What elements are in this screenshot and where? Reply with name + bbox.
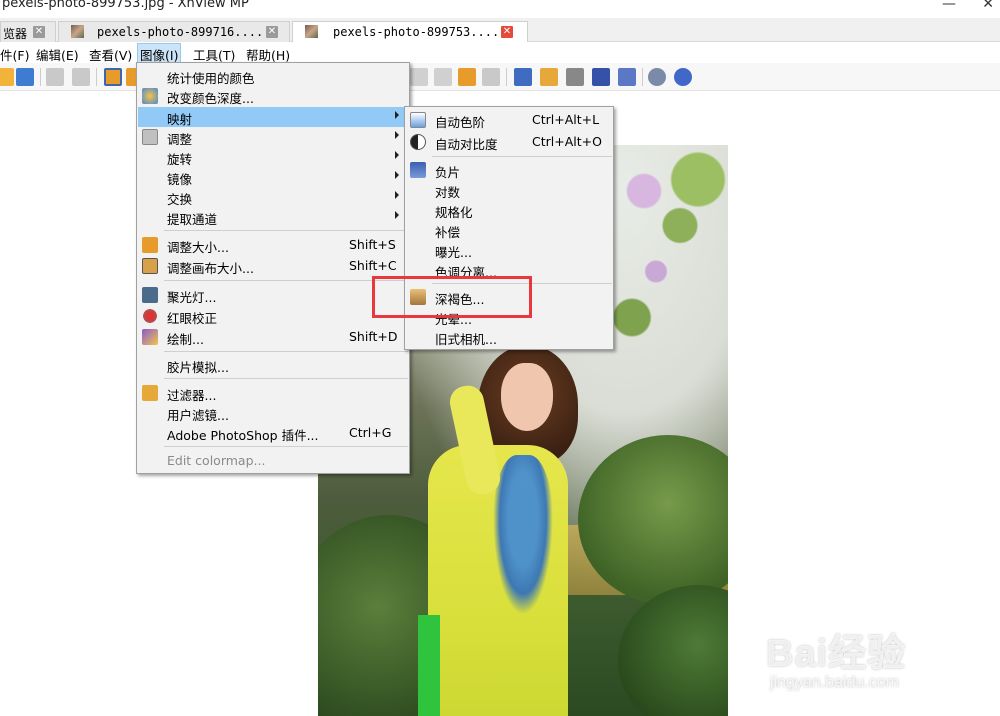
next-image-icon[interactable]	[434, 68, 452, 86]
open-folder-icon[interactable]	[0, 68, 14, 86]
menu-bar: 件(F) 编辑(E) 查看(V) 图像(I) 工具(T) 帮助(H)	[0, 42, 1000, 66]
minimize-button[interactable]: —	[942, 0, 956, 12]
submenu-arrow-icon	[395, 151, 399, 159]
menu-edit[interactable]: 编辑(E)	[36, 45, 79, 64]
fullscreen-icon[interactable]	[514, 68, 532, 86]
submenu-arrow-icon	[395, 111, 399, 119]
help-icon[interactable]	[674, 68, 692, 86]
tab-photo-899753[interactable]: pexels-photo-899753.... ✕	[292, 21, 528, 43]
copy-icon[interactable]	[482, 68, 500, 86]
slideshow-icon[interactable]	[458, 68, 476, 86]
menu-item-normalize[interactable]: 规格化	[406, 200, 612, 220]
menu-item-map[interactable]: 映射	[138, 107, 408, 127]
menu-item-edit-colormap: Edit colormap...	[167, 453, 266, 468]
submenu-arrow-icon	[395, 211, 399, 219]
redo-icon[interactable]	[72, 68, 90, 86]
menu-separator	[164, 351, 408, 352]
tab-label: pexels-photo-899753....	[333, 25, 500, 39]
menu-item-exposure[interactable]: 曝光...	[406, 240, 612, 260]
menu-file[interactable]: 件(F)	[0, 45, 29, 64]
red-eye-icon	[142, 308, 158, 324]
menu-item-auto-levels[interactable]: 自动色阶 Ctrl+Alt+L	[406, 110, 612, 130]
auto-levels-icon	[410, 112, 426, 128]
image-thumbnail-icon	[305, 25, 318, 38]
baidu-watermark: Bai经验 jingyan.baidu.com	[764, 600, 1000, 700]
filter-icon	[142, 385, 158, 401]
wallpaper-icon[interactable]	[618, 68, 636, 86]
toolbar-separator	[40, 68, 41, 86]
scanner-icon[interactable]	[592, 68, 610, 86]
print-icon[interactable]	[566, 68, 584, 86]
menu-item-equalize[interactable]: 补偿	[406, 220, 612, 240]
submenu-arrow-icon	[395, 171, 399, 179]
menu-separator	[432, 156, 612, 157]
undo-icon[interactable]	[46, 68, 64, 86]
close-window-button[interactable]: ✕	[982, 0, 994, 12]
contrast-icon	[410, 134, 426, 150]
save-icon[interactable]	[16, 68, 34, 86]
menu-item-rotate[interactable]: 旋转	[138, 147, 408, 167]
menu-separator	[164, 446, 408, 447]
resize-icon	[142, 237, 158, 253]
crop-icon[interactable]	[104, 68, 122, 86]
menu-separator	[164, 378, 408, 379]
image-menu: 统计使用的颜色 改变颜色深度... 映射 调整 旋转 镜像 交换 提取通道 调整…	[136, 62, 410, 474]
toolbar-separator	[506, 68, 507, 86]
tab-close-icon[interactable]: ✕	[33, 26, 45, 38]
canvas-size-icon	[142, 258, 158, 274]
toolbar-separator	[642, 68, 643, 86]
menu-item-spotlight[interactable]: 聚光灯...	[138, 285, 408, 305]
menu-item-change-depth[interactable]: 改变颜色深度...	[138, 86, 408, 106]
draw-icon	[142, 329, 158, 345]
tab-bar: 览器 ✕ pexels-photo-899716.... ✕ pexels-ph…	[0, 18, 1000, 43]
submenu-arrow-icon	[395, 131, 399, 139]
prev-image-icon[interactable]	[410, 68, 428, 86]
menu-item-draw[interactable]: 绘制... Shift+D	[138, 327, 408, 347]
annotation-highlight-box	[372, 276, 532, 318]
menu-item-red-eye[interactable]: 红眼校正	[138, 306, 408, 326]
menu-item-old-camera[interactable]: 旧式相机...	[406, 327, 612, 347]
menu-item-auto-contrast[interactable]: 自动对比度 Ctrl+Alt+O	[406, 132, 612, 152]
gear-icon[interactable]	[648, 68, 666, 86]
menu-item-extract-channel[interactable]: 提取通道	[138, 207, 408, 227]
menu-item-canvas-size[interactable]: 调整画布大小... Shift+C	[138, 256, 408, 276]
tab-browser[interactable]: 览器 ✕	[0, 21, 56, 42]
edit-icon[interactable]	[540, 68, 558, 86]
menu-item-swap[interactable]: 交换	[138, 187, 408, 207]
submenu-arrow-icon	[395, 191, 399, 199]
menu-item-user-filters[interactable]: 用户滤镜...	[138, 403, 408, 423]
adjust-icon	[142, 129, 158, 145]
menu-item-mirror[interactable]: 镜像	[138, 167, 408, 187]
menu-separator	[164, 230, 408, 231]
window-title: pexels-photo-899753.jpg - XnView MP	[2, 0, 249, 11]
spotlight-icon	[142, 287, 158, 303]
menu-item-adjust[interactable]: 调整	[138, 127, 408, 147]
menu-item-negative[interactable]: 负片	[406, 160, 612, 180]
watermark-url: jingyan.baidu.com	[770, 674, 899, 691]
tab-label: pexels-photo-899716....	[97, 25, 264, 39]
toolbar-separator	[96, 68, 97, 86]
tab-label: 览器	[3, 27, 28, 41]
color-depth-icon	[142, 88, 158, 104]
watermark-brand: Bai经验	[766, 633, 907, 675]
menu-item-resize[interactable]: 调整大小... Shift+S	[138, 235, 408, 255]
menu-item-film-simulation[interactable]: 胶片模拟...	[138, 355, 408, 375]
menu-item-filters[interactable]: 过滤器...	[138, 383, 408, 403]
tab-photo-899716[interactable]: pexels-photo-899716.... ✕	[58, 21, 290, 42]
tab-close-icon[interactable]: ✕	[501, 26, 513, 38]
tab-close-icon[interactable]: ✕	[266, 26, 278, 38]
menu-view[interactable]: 查看(V)	[89, 45, 132, 64]
title-bar: pexels-photo-899753.jpg - XnView MP — ✕	[0, 0, 1000, 18]
image-thumbnail-icon	[71, 25, 84, 38]
menu-item-photoshop-plugins[interactable]: Adobe PhotoShop 插件... Ctrl+G	[138, 423, 408, 443]
menu-item-count-colors[interactable]: 统计使用的颜色	[138, 66, 408, 86]
negative-icon	[410, 162, 426, 178]
menu-item-log[interactable]: 对数	[406, 180, 612, 200]
